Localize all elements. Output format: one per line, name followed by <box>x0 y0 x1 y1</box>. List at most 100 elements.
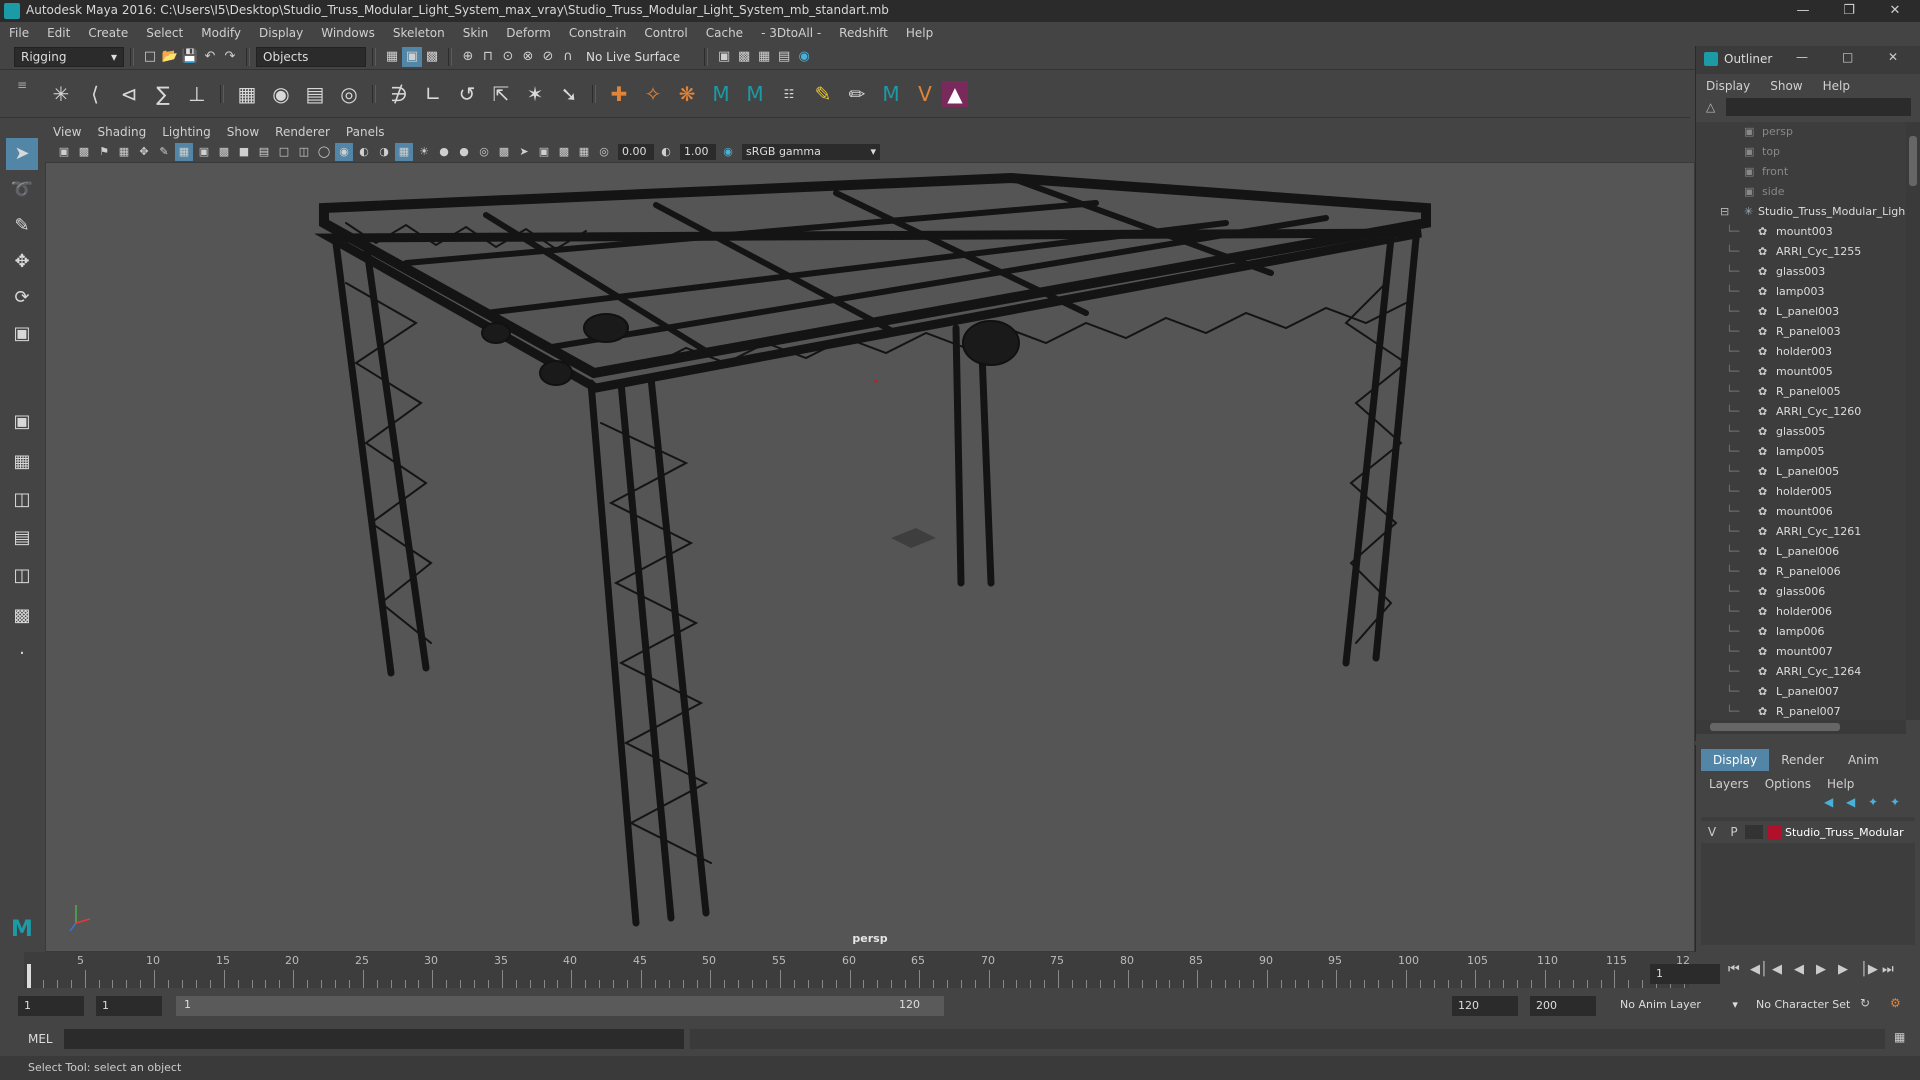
persp-outliner-icon[interactable]: ◫ <box>6 560 38 592</box>
vp-menu-lighting[interactable]: Lighting <box>154 122 219 142</box>
insert-joint-icon[interactable]: ∑ <box>146 77 180 111</box>
grease-pencil-icon[interactable]: ✎ <box>155 143 173 161</box>
step-forward-icon[interactable]: │▶ <box>1860 962 1882 977</box>
outliner-item-row[interactable]: └─ ✿ lamp003 <box>1696 282 1906 302</box>
menu-3dtoall[interactable]: - 3DtoAll - <box>752 22 830 44</box>
outliner-menu-help[interactable]: Help <box>1813 76 1860 96</box>
wireframe-on-shaded-icon[interactable]: ◐ <box>355 143 373 161</box>
outliner-item-row[interactable]: └─ ✿ L_panel006 <box>1696 542 1906 562</box>
cmd-language-label[interactable]: MEL <box>28 1032 53 1046</box>
side-by-side-icon[interactable]: ◫ <box>6 484 38 516</box>
depth-of-field-icon[interactable]: ▩ <box>495 143 513 161</box>
perspective-viewport[interactable]: persp <box>45 162 1695 952</box>
move-layer-down-icon[interactable]: ◀ <box>1846 795 1868 809</box>
point-constraint-icon[interactable]: ∌ <box>382 77 416 111</box>
current-time-indicator[interactable] <box>27 964 31 988</box>
menu-file[interactable]: File <box>0 22 38 44</box>
snap-grid-icon[interactable]: ⊕ <box>458 47 478 67</box>
render-view-icon[interactable]: ▤ <box>774 47 794 67</box>
auto-key-icon[interactable]: ↻ <box>1860 996 1870 1010</box>
render-frame-icon[interactable]: ▩ <box>734 47 754 67</box>
close-icon[interactable]: ✕ <box>1872 0 1918 22</box>
menu-edit[interactable]: Edit <box>38 22 79 44</box>
next-key-icon[interactable]: ▶ <box>1838 962 1860 977</box>
smooth-shade-icon[interactable]: ◉ <box>335 143 353 161</box>
go-to-start-icon[interactable]: ⏮ <box>1728 962 1750 977</box>
stacked-view-icon[interactable]: ▤ <box>6 522 38 554</box>
snap-point-icon[interactable]: ⊙ <box>498 47 518 67</box>
layer-row[interactable]: V P Studio_Truss_Modular <box>1701 821 1915 843</box>
minimize-icon[interactable]: — <box>1780 0 1826 22</box>
layer-color-swatch[interactable] <box>1767 825 1781 839</box>
pole-vector-icon[interactable]: ➘ <box>552 77 586 111</box>
persp-graph-icon[interactable]: ▩ <box>6 600 38 632</box>
redo-icon[interactable]: ↷ <box>220 47 240 67</box>
outliner-horizontal-scrollbar[interactable] <box>1696 720 1906 734</box>
lasso-tool-icon[interactable]: ➰ <box>6 174 38 206</box>
v-icon[interactable]: V <box>908 77 942 111</box>
select-tool-icon[interactable]: ➤ <box>6 138 38 170</box>
time-ruler[interactable]: 5 10 15 20 25 30 35 40 45 50 55 60 65 70 75 80 85 90 95 100… <box>24 952 1689 988</box>
lattice-icon[interactable]: ▤ <box>298 77 332 111</box>
aim-constraint-icon[interactable]: ∟ <box>416 77 450 111</box>
cluster-icon[interactable]: ◎ <box>332 77 366 111</box>
grid-icon[interactable]: ▦ <box>175 143 193 161</box>
outliner-item-row[interactable]: └─ ✿ glass005 <box>1696 422 1906 442</box>
outliner-item-row[interactable]: └─ ✿ R_panel005 <box>1696 382 1906 402</box>
bind-skin-icon[interactable]: ▦ <box>230 77 264 111</box>
outliner-item-row[interactable]: └─ ✿ ARRI_Cyc_1264 <box>1696 662 1906 682</box>
ik-handle-icon[interactable]: ⟨ <box>78 77 112 111</box>
textured-icon[interactable]: ◑ <box>375 143 393 161</box>
outliner-item-row[interactable]: └─ ✿ R_panel006 <box>1696 562 1906 582</box>
outliner-camera-row[interactable]: ▣ front <box>1696 162 1906 182</box>
playback-end-field[interactable]: 120 <box>1452 996 1518 1016</box>
new-scene-icon[interactable]: □ <box>140 47 160 67</box>
orient-constraint-icon[interactable]: ↺ <box>450 77 484 111</box>
gamma-field[interactable]: 1.00 <box>680 144 716 160</box>
paint-weights-icon[interactable]: ✎ <box>806 77 840 111</box>
safe-action-icon[interactable]: □ <box>275 143 293 161</box>
snap-view-icon[interactable]: ⊗ <box>518 47 538 67</box>
outliner-group-row[interactable]: ⊟ ✳ Studio_Truss_Modular_Ligh <box>1696 202 1906 222</box>
xray-joints-icon[interactable]: ▩ <box>555 143 573 161</box>
bulb-icon[interactable]: ▲ <box>942 80 968 107</box>
camera-attr-icon[interactable]: ▩ <box>75 143 93 161</box>
hypershade-icon[interactable]: ◉ <box>794 47 814 67</box>
menuset-dropdown[interactable]: Rigging ▾ <box>14 46 124 67</box>
shelf-menu-icon[interactable]: ≡ <box>14 78 30 112</box>
scroll-thumb[interactable] <box>1710 723 1840 731</box>
outliner-item-row[interactable]: └─ ✿ lamp006 <box>1696 622 1906 642</box>
outliner-item-row[interactable]: └─ ✿ L_panel005 <box>1696 462 1906 482</box>
snap-surface-icon[interactable]: ⊘ <box>538 47 558 67</box>
layers-menu-help[interactable]: Help <box>1819 773 1862 795</box>
resolution-gate-icon[interactable]: ▩ <box>215 143 233 161</box>
outliner-camera-row[interactable]: ▣ side <box>1696 182 1906 202</box>
outliner-item-row[interactable]: └─ ✿ ARRI_Cyc_1255 <box>1696 242 1906 262</box>
minimize-icon[interactable]: — <box>1796 50 1808 64</box>
maya-m-icon-3[interactable]: M <box>874 77 908 111</box>
menu-help[interactable]: Help <box>897 22 942 44</box>
anim-layer-dropdown[interactable]: No Anim Layer ▾ <box>1620 998 1738 1011</box>
outliner-item-row[interactable]: └─ ✿ holder003 <box>1696 342 1906 362</box>
menu-control[interactable]: Control <box>635 22 696 44</box>
tab-display[interactable]: Display <box>1701 749 1770 771</box>
maximize-icon[interactable]: ❐ <box>1826 0 1872 22</box>
film-gate-icon[interactable]: ▣ <box>195 143 213 161</box>
isolate-select-icon[interactable]: ➤ <box>515 143 533 161</box>
maya-m-icon-2[interactable]: M <box>738 77 772 111</box>
shadows-icon[interactable]: ☀ <box>415 143 433 161</box>
playback-start-field[interactable]: 1 <box>96 996 162 1016</box>
menu-modify[interactable]: Modify <box>192 22 250 44</box>
menu-skeleton[interactable]: Skeleton <box>384 22 454 44</box>
snap-curve-icon[interactable]: ⊓ <box>478 47 498 67</box>
range-bar[interactable]: 1 120 <box>176 996 944 1016</box>
new-layer-icon[interactable]: ✦ <box>1868 795 1890 809</box>
start-time-field[interactable]: 1 <box>18 996 84 1016</box>
maximize-icon[interactable]: □ <box>1842 50 1853 64</box>
use-all-lights-icon[interactable]: ▦ <box>395 143 413 161</box>
four-view-icon[interactable]: ▦ <box>6 446 38 478</box>
character-icon[interactable]: ❋ <box>670 77 704 111</box>
vp-menu-view[interactable]: View <box>45 122 89 142</box>
play-back-icon[interactable]: ◀ <box>1794 962 1816 977</box>
maya-m-icon[interactable]: M <box>704 77 738 111</box>
